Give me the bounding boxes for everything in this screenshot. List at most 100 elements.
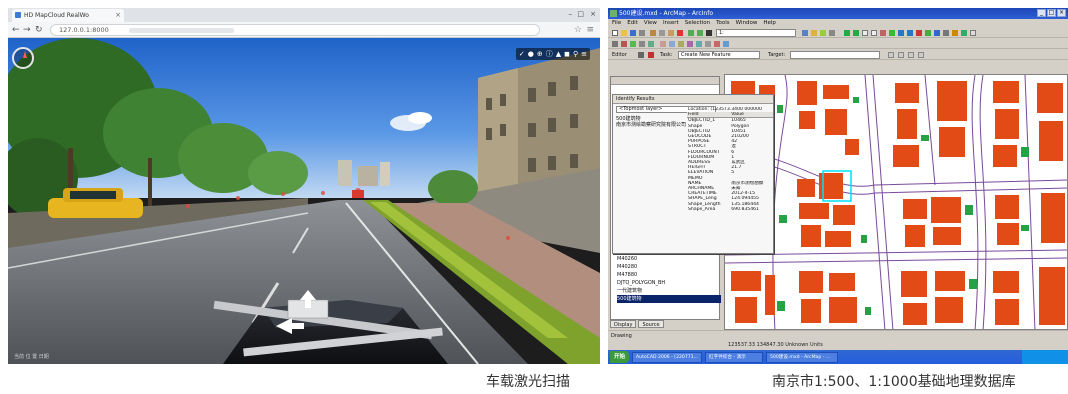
pan-icon[interactable] [880, 30, 886, 36]
task-select[interactable]: Create New Feature [678, 51, 760, 59]
tab-source[interactable]: Source [638, 320, 664, 328]
select-elements-icon[interactable] [925, 30, 931, 36]
maximize-icon[interactable]: □ [1047, 9, 1056, 17]
paste-icon[interactable] [668, 30, 674, 36]
menu-tools[interactable]: Tools [716, 19, 730, 28]
start-button[interactable]: 开始 [610, 351, 630, 363]
url-input[interactable]: 127.0.0.1:8000 [50, 24, 540, 36]
attributes-tool-icon[interactable] [908, 52, 914, 58]
redo-icon[interactable] [697, 30, 703, 36]
scale-select[interactable]: 1: [716, 29, 796, 37]
toc-layer-selected[interactable]: 500建筑物 [617, 295, 721, 303]
menu-view[interactable]: View [644, 19, 657, 28]
help-icon[interactable] [829, 30, 835, 36]
maximize-icon[interactable]: □ [577, 8, 584, 21]
zoom-in-icon[interactable] [844, 30, 850, 36]
menu-icon[interactable]: ≡ [586, 24, 594, 36]
back-icon[interactable]: ← [12, 24, 20, 36]
find-icon[interactable] [943, 30, 949, 36]
toc-layer[interactable]: 一代建筑物 [617, 287, 721, 295]
save-icon[interactable] [630, 30, 636, 36]
taskbar-item-arcmap[interactable]: 500建设.mxd - ArcMap - ... [766, 351, 839, 363]
zoom-icon[interactable]: ⊕ [537, 48, 543, 60]
menu-window[interactable]: Window [736, 19, 758, 28]
arccatalog-icon[interactable] [811, 30, 817, 36]
copy-icon[interactable] [659, 30, 665, 36]
properties-icon[interactable] [723, 41, 729, 47]
editor-toolbar-icon[interactable] [802, 30, 808, 36]
undo-icon[interactable] [688, 30, 694, 36]
camera-icon[interactable]: ◼ [564, 48, 570, 60]
fixed-zoom-out-icon[interactable] [871, 30, 877, 36]
rotate-icon[interactable] [630, 41, 636, 47]
minimize-icon[interactable]: _ [1037, 9, 1046, 17]
hyperlink-icon[interactable] [961, 30, 967, 36]
menu-help[interactable]: Help [763, 19, 776, 28]
menu-file[interactable]: File [612, 19, 621, 28]
taskbar-item-doc[interactable]: 红字件综合 - 演示 [705, 351, 764, 363]
info-icon[interactable]: ⓘ [546, 48, 553, 60]
arctoolbox-icon[interactable] [820, 30, 826, 36]
layer-icon[interactable]: ● [528, 48, 534, 60]
menu-edit[interactable]: Edit [627, 19, 638, 28]
bookmark-star-icon[interactable]: ☆ [574, 24, 582, 36]
toc-layer[interactable]: M47880 [617, 271, 721, 279]
pin-icon[interactable]: ▲ [556, 48, 561, 60]
reload-icon[interactable]: ↻ [35, 24, 43, 36]
union-icon[interactable] [678, 41, 684, 47]
close-window-icon[interactable]: × [590, 8, 596, 21]
taskbar-item-autocad[interactable]: AutoCAD 2006 - [220771... [632, 351, 703, 363]
snapping-icon[interactable] [639, 41, 645, 47]
add-data-icon[interactable] [706, 30, 712, 36]
split-tool-icon[interactable] [888, 52, 894, 58]
minimize-icon[interactable]: – [569, 8, 573, 21]
forward-extent-icon[interactable] [907, 30, 913, 36]
menu-insert[interactable]: Insert [663, 19, 679, 28]
measure-icon[interactable] [952, 30, 958, 36]
forward-icon[interactable]: → [23, 24, 31, 36]
full-extent-icon[interactable] [889, 30, 895, 36]
map-tips-icon[interactable] [970, 30, 976, 36]
menu-selection[interactable]: Selection [685, 19, 710, 28]
pointer-icon[interactable] [612, 41, 618, 47]
close-window-icon[interactable]: × [1057, 9, 1066, 17]
drawing-menu[interactable]: Drawing [611, 333, 632, 339]
panorama-viewport[interactable]: ✓ ● ⊕ ⓘ ▲ ◼ ⚲ ≡ 当前 位 置 日期 [8, 38, 600, 364]
measure-icon[interactable]: ✓ [519, 48, 525, 60]
fixed-zoom-in-icon[interactable] [862, 30, 868, 36]
toc-layer[interactable]: M40280 [617, 263, 721, 271]
sketch-icon[interactable] [705, 41, 711, 47]
clip-icon[interactable] [687, 41, 693, 47]
editor-menu[interactable]: Editor [612, 51, 627, 59]
new-icon[interactable] [612, 30, 618, 36]
sketch-properties-icon[interactable] [918, 52, 924, 58]
edit-vertex-icon[interactable] [621, 41, 627, 47]
open-icon[interactable] [621, 30, 627, 36]
target-select[interactable] [790, 51, 880, 59]
sketch-tool-icon[interactable] [648, 52, 654, 58]
cut-icon[interactable] [650, 30, 656, 36]
buffer-icon[interactable] [669, 41, 675, 47]
tab-display[interactable]: Display [610, 320, 637, 328]
edit-tool-icon[interactable] [638, 52, 644, 58]
map-view[interactable] [724, 74, 1068, 330]
merge-icon[interactable] [660, 41, 666, 47]
toc-layer[interactable]: M40260 [617, 255, 721, 263]
compass-icon[interactable] [12, 47, 34, 69]
rotate-tool-icon[interactable] [898, 52, 904, 58]
search-icon[interactable]: ⚲ [573, 48, 578, 60]
split-icon[interactable] [648, 41, 654, 47]
delete-icon[interactable] [677, 30, 683, 36]
back-extent-icon[interactable] [898, 30, 904, 36]
identify-tree-feature[interactable]: 南京市测绘勘察研究院有限公司 [616, 122, 686, 128]
settings-icon[interactable]: ≡ [581, 48, 587, 60]
select-features-icon[interactable] [916, 30, 922, 36]
zoom-out-icon[interactable] [853, 30, 859, 36]
browser-tab[interactable]: HD MapCloud RealWo × [12, 9, 124, 22]
print-icon[interactable] [639, 30, 645, 36]
identify-icon[interactable] [934, 30, 940, 36]
trace-icon[interactable] [714, 41, 720, 47]
close-tab-icon[interactable]: × [115, 9, 121, 22]
attributes-icon[interactable] [696, 41, 702, 47]
toc-layer[interactable]: DJTQ_POLYGON_BH [617, 279, 721, 287]
